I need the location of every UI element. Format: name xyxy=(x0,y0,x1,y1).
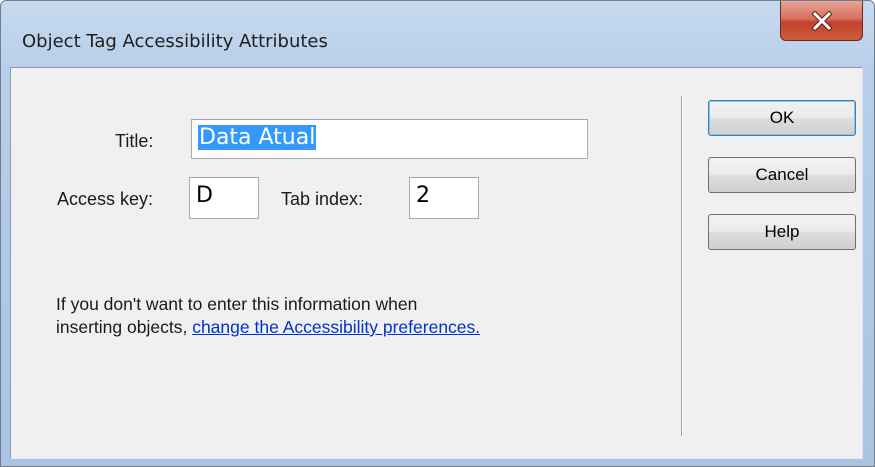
accessibility-preferences-link[interactable]: change the Accessibility preferences. xyxy=(192,317,480,337)
tab-index-input[interactable]: 2 xyxy=(409,177,479,219)
close-button[interactable] xyxy=(780,1,863,41)
access-key-value: D xyxy=(196,183,213,208)
title-input-value: Data Atual xyxy=(198,125,317,150)
close-x-icon xyxy=(781,1,862,40)
title-label: Title: xyxy=(115,131,154,151)
title-input[interactable]: Data Atual xyxy=(191,119,588,159)
ok-button[interactable]: OK xyxy=(708,100,856,136)
access-key-label: Access key: xyxy=(57,189,154,209)
info-line-1: If you don't want to enter this informat… xyxy=(56,294,418,314)
access-key-input[interactable]: D xyxy=(189,177,259,219)
cancel-button[interactable]: Cancel xyxy=(708,157,856,193)
help-button[interactable]: Help xyxy=(708,214,856,250)
vertical-divider xyxy=(681,96,683,436)
tab-index-value: 2 xyxy=(416,183,430,208)
tab-index-label: Tab index: xyxy=(281,189,364,209)
info-text: If you don't want to enter this informat… xyxy=(56,293,656,339)
info-line-2: inserting objects, change the Accessibil… xyxy=(56,316,656,339)
title-bar[interactable]: Object Tag Accessibility Attributes xyxy=(1,1,874,55)
dialog-window: Object Tag Accessibility Attributes Titl… xyxy=(0,0,875,467)
dialog-content: Title: Data Atual Access key: D Tab inde… xyxy=(10,67,863,459)
info-line-2-prefix: inserting objects, xyxy=(56,317,188,337)
dialog-title: Object Tag Accessibility Attributes xyxy=(22,31,328,52)
